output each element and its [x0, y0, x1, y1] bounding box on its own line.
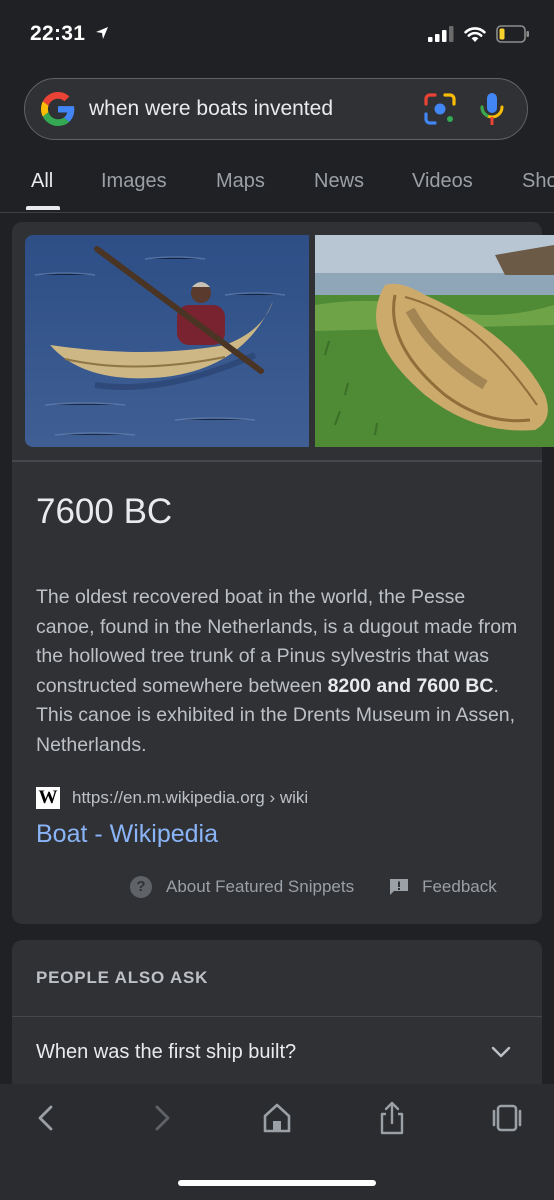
feedback-icon[interactable]: [388, 877, 410, 897]
snippet-footer: ? About Featured Snippets Feedback: [130, 876, 497, 898]
paa-question[interactable]: When was the first ship built?: [36, 1041, 296, 1064]
lens-icon[interactable]: [423, 92, 457, 126]
tab-videos[interactable]: Videos: [412, 170, 473, 193]
tab-shopping[interactable]: Sho: [522, 170, 554, 193]
search-tabs: All Images Maps News Videos Sho: [0, 160, 554, 212]
people-also-ask-heading: PEOPLE ALSO ASK: [36, 968, 209, 987]
tab-all[interactable]: All: [31, 170, 53, 193]
tabs-divider: [0, 212, 554, 213]
paa-divider: [12, 1016, 542, 1017]
mic-icon[interactable]: [479, 91, 505, 127]
about-featured-snippets-link[interactable]: About Featured Snippets: [166, 877, 354, 897]
search-input[interactable]: when were boats invented: [89, 97, 423, 121]
signal-icon: [428, 26, 454, 42]
reed-boat-on-shore-image[interactable]: [315, 235, 554, 447]
source-url[interactable]: https://en.m.wikipedia.org › wiki: [72, 788, 308, 808]
share-icon[interactable]: [374, 1100, 410, 1136]
tab-news[interactable]: News: [314, 170, 364, 193]
active-tab-indicator: [26, 206, 60, 210]
back-icon[interactable]: [28, 1100, 64, 1136]
featured-answer: 7600 BC: [36, 492, 173, 531]
forward-icon[interactable]: [144, 1100, 180, 1136]
help-icon[interactable]: ?: [130, 876, 152, 898]
chevron-down-icon[interactable]: [490, 1044, 512, 1060]
result-title-link[interactable]: Boat - Wikipedia: [36, 820, 218, 849]
people-also-ask-card: [12, 940, 542, 1100]
battery-icon: [496, 25, 529, 43]
status-indicators: [428, 22, 530, 46]
home-icon[interactable]: [259, 1100, 295, 1136]
wikipedia-favicon-icon: W: [36, 787, 60, 809]
tab-images[interactable]: Images: [101, 170, 167, 193]
location-arrow-icon: [96, 27, 109, 39]
home-indicator[interactable]: [178, 1180, 376, 1186]
featured-snippet-text: The oldest recovered boat in the world, …: [36, 583, 526, 760]
google-logo-icon: [41, 92, 75, 126]
status-time-text: 22:31: [30, 22, 86, 45]
reed-boat-rowing-image[interactable]: [25, 235, 309, 447]
result-source[interactable]: W https://en.m.wikipedia.org › wiki: [36, 787, 308, 809]
feedback-link[interactable]: Feedback: [422, 877, 497, 897]
search-bar[interactable]: when were boats invented: [24, 78, 528, 140]
wifi-icon: [464, 26, 486, 42]
snippet-text-highlight: 8200 and 7600 BC: [327, 674, 494, 697]
status-time: 22:31: [30, 22, 110, 46]
tabs-icon[interactable]: [489, 1100, 525, 1136]
tab-maps[interactable]: Maps: [216, 170, 265, 193]
image-divider: [12, 460, 542, 462]
